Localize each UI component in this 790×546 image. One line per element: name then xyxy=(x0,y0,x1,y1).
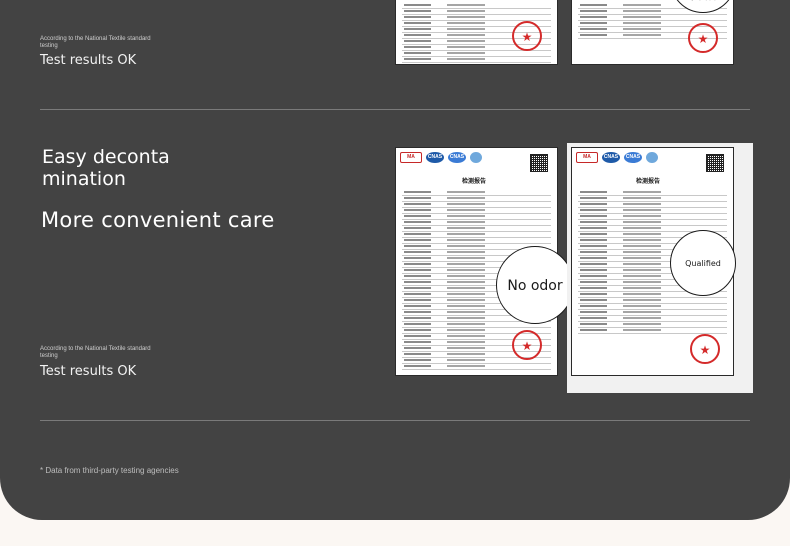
cnas-logo-icon: CNAS xyxy=(602,152,620,163)
footnote: * Data from third-party testing agencies xyxy=(40,466,179,475)
content-panel: According to the National Textile standa… xyxy=(0,0,790,520)
cnas-logo-icon: CNAS xyxy=(624,152,642,163)
headline-line-1: Easy deconta xyxy=(42,146,170,168)
cert-logos: MA CNAS CNAS xyxy=(400,152,482,163)
test-report-image: ★ 合格 xyxy=(571,0,734,65)
test-result-text: Test results OK xyxy=(40,53,137,68)
test-result-text: Test results OK xyxy=(40,364,137,379)
subheadline: More convenient care xyxy=(41,208,275,232)
cnas-logo-icon: CNAS xyxy=(448,152,466,163)
red-seal-icon: ★ xyxy=(688,23,718,53)
red-seal-icon: ★ xyxy=(690,334,720,364)
report-title: 检测报告 xyxy=(636,178,661,185)
headline: Easy deconta mination xyxy=(42,146,170,190)
cnas-logo-icon: CNAS xyxy=(426,152,444,163)
cert-logos: MA CNAS CNAS xyxy=(576,152,658,163)
red-seal-icon: ★ xyxy=(512,330,542,360)
cma-logo-icon: MA xyxy=(400,152,422,163)
report-title: 检测报告 xyxy=(462,178,487,185)
no-odor-badge: No odor xyxy=(496,246,574,324)
ilac-logo-icon xyxy=(646,152,658,163)
qualified-badge: Qualified xyxy=(670,230,736,296)
ilac-logo-icon xyxy=(470,152,482,163)
test-report-image: ★ xyxy=(395,0,558,65)
standard-note: According to the National Textile standa… xyxy=(40,346,151,359)
red-seal-icon: ★ xyxy=(512,21,542,51)
divider xyxy=(40,420,750,421)
headline-line-2: mination xyxy=(42,168,126,190)
cma-logo-icon: MA xyxy=(576,152,598,163)
divider xyxy=(40,109,750,110)
standard-note: According to the National Textile standa… xyxy=(40,36,151,49)
qr-code-icon xyxy=(706,154,724,172)
qr-code-icon xyxy=(530,154,548,172)
